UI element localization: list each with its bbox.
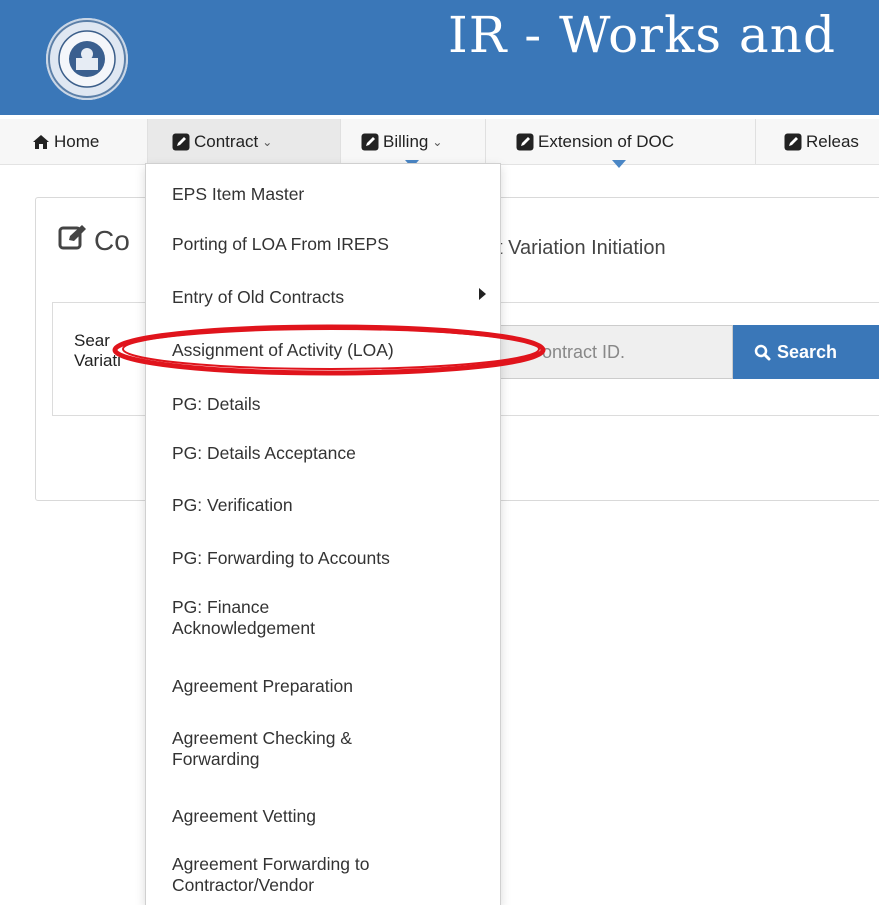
nav-contract-label: Contract [194,131,259,151]
chevron-down-icon: ⌄ [262,134,273,149]
page-subtitle: t Variation Initiation [497,237,666,259]
chevron-down-icon: ⌄ [432,134,443,149]
app-header: IR - Works and [0,0,879,115]
contract-dropdown-menu: EPS Item Master Porting of LOA From IREP… [145,163,501,905]
edit-icon [172,133,190,151]
nav-home-label: Home [54,131,100,151]
search-icon [754,344,771,361]
page-title-text: Co [94,224,130,256]
menu-item-pg-verification[interactable]: PG: Verification [172,495,490,516]
nav-extension-label: Extension of DOC [538,131,675,151]
edit-icon [516,133,534,151]
home-icon [32,134,50,150]
menu-item-pg-finance-ack[interactable]: PG: Finance Acknowledgement [172,597,490,639]
menu-item-entry-old-contracts[interactable]: Entry of Old Contracts [172,287,490,308]
nav-extension-of-doc[interactable]: Extension of DOC [486,119,756,164]
edit-square-icon [58,223,88,258]
menu-item-porting-loa[interactable]: Porting of LOA From IREPS [172,234,490,255]
submenu-arrow-icon [479,288,486,300]
contract-id-placeholder: ontract ID. [542,341,626,362]
menu-item-eps-item-master[interactable]: EPS Item Master [172,184,490,205]
search-label: Sear Variati [74,331,121,370]
nav-contract[interactable]: Contract ⌄ [148,119,341,164]
nav-release-label: Releas [806,131,859,151]
nav-billing[interactable]: Billing ⌄ [341,119,486,164]
nav-pointer-extension [612,160,626,168]
menu-item-pg-details-acceptance[interactable]: PG: Details Acceptance [172,443,490,464]
nav-release[interactable]: Releas [756,119,879,164]
menu-item-agreement-checking[interactable]: Agreement Checking & Forwarding [172,728,490,770]
page-title: Co [58,223,130,258]
main-nav: Home Contract ⌄ Billing ⌄ Extension of D… [0,119,879,165]
nav-billing-label: Billing [383,131,429,151]
indian-railways-logo[interactable] [46,18,128,100]
menu-item-agreement-preparation[interactable]: Agreement Preparation [172,676,490,697]
menu-item-agreement-forwarding[interactable]: Agreement Forwarding to Contractor/Vendo… [172,854,490,896]
edit-icon [361,133,379,151]
search-button[interactable]: Search [733,325,879,379]
menu-item-pg-forwarding[interactable]: PG: Forwarding to Accounts [172,548,490,569]
menu-item-assignment-of-activity[interactable]: Assignment of Activity (LOA) [172,340,490,361]
nav-home[interactable]: Home [0,119,148,164]
menu-item-agreement-vetting[interactable]: Agreement Vetting [172,806,490,827]
contract-id-input[interactable]: ontract ID. [497,325,733,379]
search-button-label: Search [777,341,838,362]
app-title: IR - Works and [448,6,836,64]
edit-icon [784,133,802,151]
menu-item-pg-details[interactable]: PG: Details [172,394,490,415]
